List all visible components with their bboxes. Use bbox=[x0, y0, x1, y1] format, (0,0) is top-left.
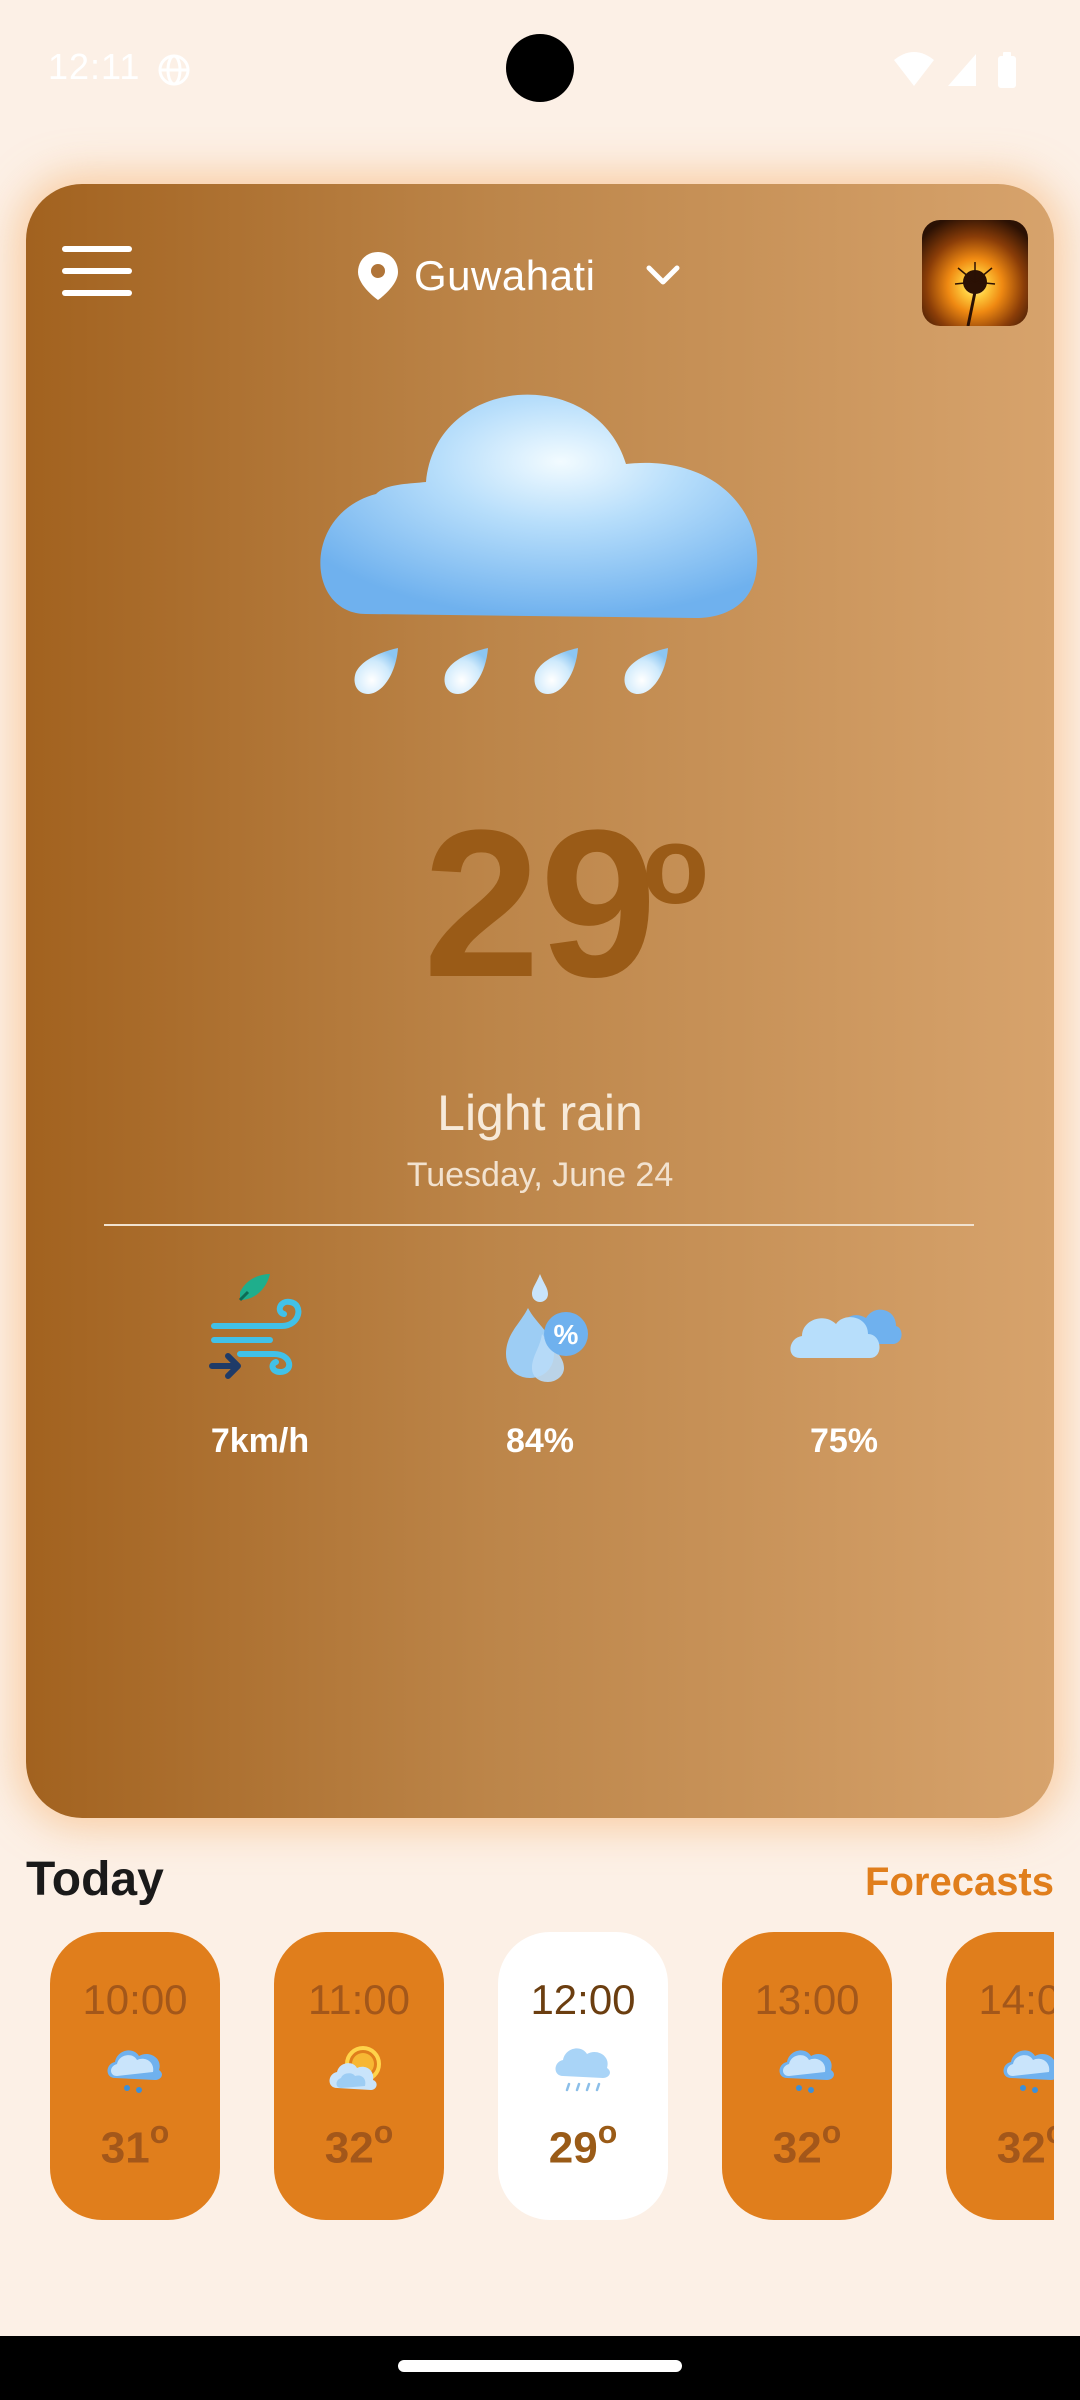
hour-time: 14:00 bbox=[978, 1976, 1054, 2023]
humidity-icon: % bbox=[506, 1274, 588, 1382]
profile-avatar[interactable] bbox=[922, 220, 1028, 326]
rain-cloud-icon bbox=[1003, 2050, 1054, 2093]
hour-temp: 29o bbox=[548, 2114, 618, 2173]
location-selector[interactable]: Guwahati bbox=[356, 246, 681, 306]
humidity-stat: % 84% bbox=[410, 1264, 670, 1474]
battery-icon bbox=[998, 56, 1016, 88]
chevron-down-icon[interactable] bbox=[645, 264, 681, 288]
wind-speed: 7km/h bbox=[210, 1422, 310, 1460]
location-name: Guwahati bbox=[414, 252, 596, 299]
weather-condition: Light rain bbox=[437, 1085, 643, 1141]
hour-temp: 32o bbox=[324, 2114, 394, 2173]
location-pin-icon bbox=[358, 252, 398, 300]
status-icons bbox=[894, 52, 1016, 88]
camera-cutout bbox=[506, 34, 574, 102]
cloud-cover-stat: 75% bbox=[714, 1264, 974, 1474]
hourly-forecast-strip[interactable]: 10:00 31o 11:00 32o 12:00 29o 13:00 32o … bbox=[26, 1930, 1054, 2230]
hour-time: 12:00 bbox=[530, 1976, 636, 2023]
humidity-value: 84% bbox=[505, 1422, 575, 1460]
hourly-card[interactable]: 14:00 32o bbox=[946, 1932, 1054, 2220]
menu-line bbox=[62, 246, 132, 252]
hour-time: 10:00 bbox=[82, 1976, 188, 2023]
status-bar: 12:11 bbox=[0, 0, 1080, 140]
menu-line bbox=[62, 268, 132, 274]
wind-stat: 7km/h bbox=[130, 1264, 390, 1474]
navigation-bar bbox=[0, 2336, 1080, 2400]
signal-icon bbox=[948, 54, 976, 86]
current-date: Tuesday, June 24 bbox=[406, 1156, 674, 1194]
degree-symbol: o bbox=[642, 804, 710, 927]
cloud-icon bbox=[790, 1309, 902, 1358]
hour-temp: 32o bbox=[772, 2114, 842, 2173]
rain-cloud-icon bbox=[107, 2050, 162, 2093]
hourly-card-selected[interactable]: 12:00 29o bbox=[498, 1932, 668, 2220]
current-weather-card: Guwahati 29 o Light rain Tuesday, June 2… bbox=[26, 184, 1054, 1818]
hourly-card[interactable]: 11:00 32o bbox=[274, 1932, 444, 2220]
sun-behind-cloud-icon bbox=[329, 2046, 381, 2090]
today-heading: Today bbox=[26, 1853, 164, 1906]
hourly-card[interactable]: 13:00 32o bbox=[722, 1932, 892, 2220]
hour-temp: 31o bbox=[100, 2114, 170, 2173]
rain-cloud-icon bbox=[779, 2050, 834, 2093]
cloud-cover-value: 75% bbox=[809, 1422, 879, 1460]
rain-cloud-icon bbox=[320, 394, 758, 694]
dandelion-icon bbox=[954, 262, 996, 326]
menu-line bbox=[62, 290, 132, 296]
hourly-card[interactable]: 10:00 31o bbox=[50, 1932, 220, 2220]
current-temperature: 29 o bbox=[26, 794, 1054, 1014]
wind-icon bbox=[209, 1274, 302, 1379]
menu-button[interactable] bbox=[62, 246, 134, 296]
hour-time: 13:00 bbox=[754, 1976, 860, 2023]
forecasts-link[interactable]: Forecasts bbox=[865, 1860, 1054, 1905]
divider bbox=[104, 1224, 974, 1226]
light-rain-icon bbox=[555, 2048, 610, 2092]
hour-temp: 32o bbox=[996, 2114, 1054, 2173]
status-time: 12:11 bbox=[48, 46, 141, 87]
vpn-globe-icon bbox=[158, 54, 190, 86]
temperature-value: 29 bbox=[423, 786, 657, 1021]
svg-text:%: % bbox=[554, 1319, 579, 1350]
hour-time: 11:00 bbox=[308, 1976, 410, 2023]
wifi-icon bbox=[894, 52, 934, 86]
home-indicator[interactable] bbox=[398, 2360, 682, 2372]
